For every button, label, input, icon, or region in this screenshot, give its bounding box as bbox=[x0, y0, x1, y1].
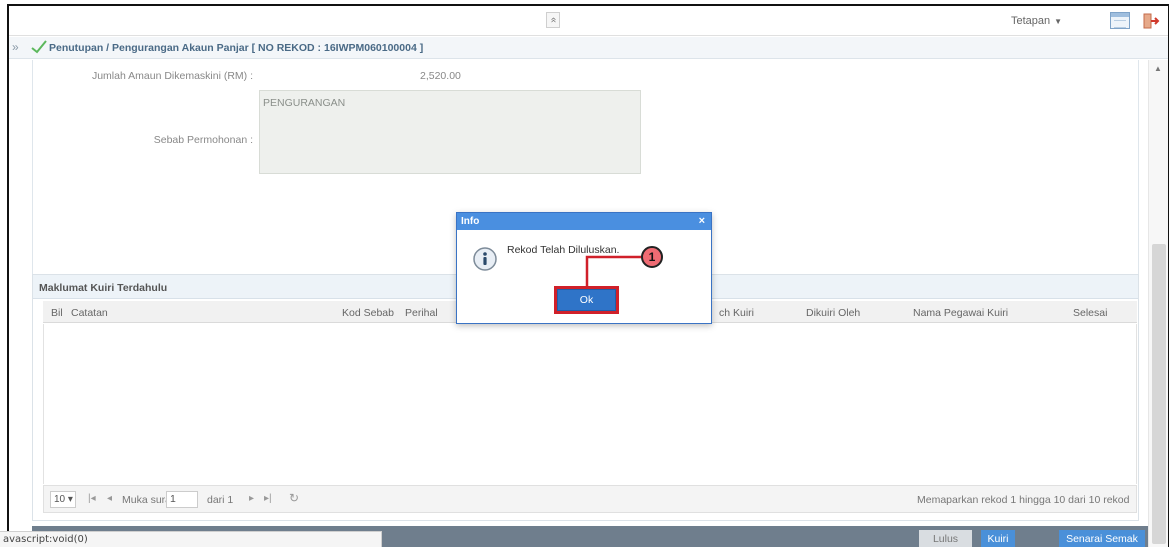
info-dialog: Info × Rekod Telah Diluluskan. Ok bbox=[456, 212, 712, 324]
dialog-message: Rekod Telah Diluluskan. bbox=[507, 244, 620, 256]
logout-icon[interactable] bbox=[1142, 12, 1160, 30]
amount-value: 2,520.00 bbox=[420, 70, 461, 82]
pagination-bar: 10 ▾ |◂ ◂ Muka surat 1 dari 1 ▸ ▸| ↻ Mem… bbox=[43, 485, 1137, 513]
first-page-icon[interactable]: |◂ bbox=[88, 493, 96, 504]
page-title-bar: » Penutupan / Pengurangan Akaun Panjar [… bbox=[9, 37, 1168, 59]
reason-label: Sebab Permohonan : bbox=[153, 134, 253, 146]
record-summary: Memaparkan rekod 1 hingga 10 dari 10 rek… bbox=[917, 494, 1130, 506]
dialog-header: Info × bbox=[457, 213, 711, 230]
column-kod-sebab[interactable]: Kod Sebab bbox=[342, 307, 394, 319]
column-perihal[interactable]: Perihal bbox=[405, 307, 438, 319]
page-number-input[interactable]: 1 bbox=[166, 491, 198, 508]
checklist-button[interactable]: Senarai Semak bbox=[1059, 530, 1145, 547]
scroll-up-icon[interactable]: ▲ bbox=[1154, 64, 1162, 73]
step-badge: 1 bbox=[641, 246, 663, 268]
calendar-icon[interactable] bbox=[1110, 12, 1130, 29]
amount-label: Jumlah Amaun Dikemaskini (RM) : bbox=[91, 70, 253, 82]
column-dikuiri-oleh[interactable]: Dikuiri Oleh bbox=[806, 307, 860, 319]
browser-status-bar: avascript:void(0) bbox=[0, 531, 382, 547]
query-button[interactable]: Kuiri bbox=[981, 530, 1015, 547]
ok-button[interactable]: Ok bbox=[557, 289, 616, 311]
refresh-icon[interactable]: ↻ bbox=[289, 491, 299, 505]
settings-menu[interactable]: Tetapan ▼ bbox=[1011, 15, 1062, 27]
reason-textarea: PENGURANGAN bbox=[259, 90, 641, 174]
column-bil[interactable]: Bil bbox=[51, 307, 63, 319]
info-icon bbox=[473, 247, 497, 271]
page-size-select[interactable]: 10 ▾ bbox=[50, 491, 76, 508]
dialog-title: Info bbox=[461, 216, 480, 227]
column-catatan[interactable]: Catatan bbox=[71, 307, 108, 319]
chevron-down-icon: ▼ bbox=[1054, 17, 1063, 26]
collapse-up-icon[interactable]: « bbox=[546, 12, 560, 28]
check-icon bbox=[31, 40, 47, 54]
settings-label: Tetapan bbox=[1011, 15, 1051, 27]
expand-sidebar-icon[interactable]: » bbox=[12, 40, 19, 54]
column-selesai[interactable]: Selesai bbox=[1073, 307, 1107, 319]
close-icon[interactable]: × bbox=[699, 215, 705, 227]
column-tarikh-kuiri[interactable]: ch Kuiri bbox=[719, 307, 754, 319]
top-bar: « Tetapan ▼ bbox=[9, 6, 1168, 36]
table-body bbox=[43, 324, 1137, 484]
page-total-label: dari 1 bbox=[207, 494, 234, 506]
approve-button[interactable]: Lulus bbox=[919, 530, 972, 547]
last-page-icon[interactable]: ▸| bbox=[264, 493, 272, 504]
column-nama-pegawai-kuiri[interactable]: Nama Pegawai Kuiri bbox=[913, 307, 1008, 319]
prev-page-icon[interactable]: ◂ bbox=[107, 493, 112, 504]
panel-title: Maklumat Kuiri Terdahulu bbox=[39, 282, 168, 294]
page-title: Penutupan / Pengurangan Akaun Panjar [ N… bbox=[49, 42, 424, 54]
next-page-icon[interactable]: ▸ bbox=[249, 493, 254, 504]
scrollbar-thumb[interactable] bbox=[1152, 244, 1166, 544]
